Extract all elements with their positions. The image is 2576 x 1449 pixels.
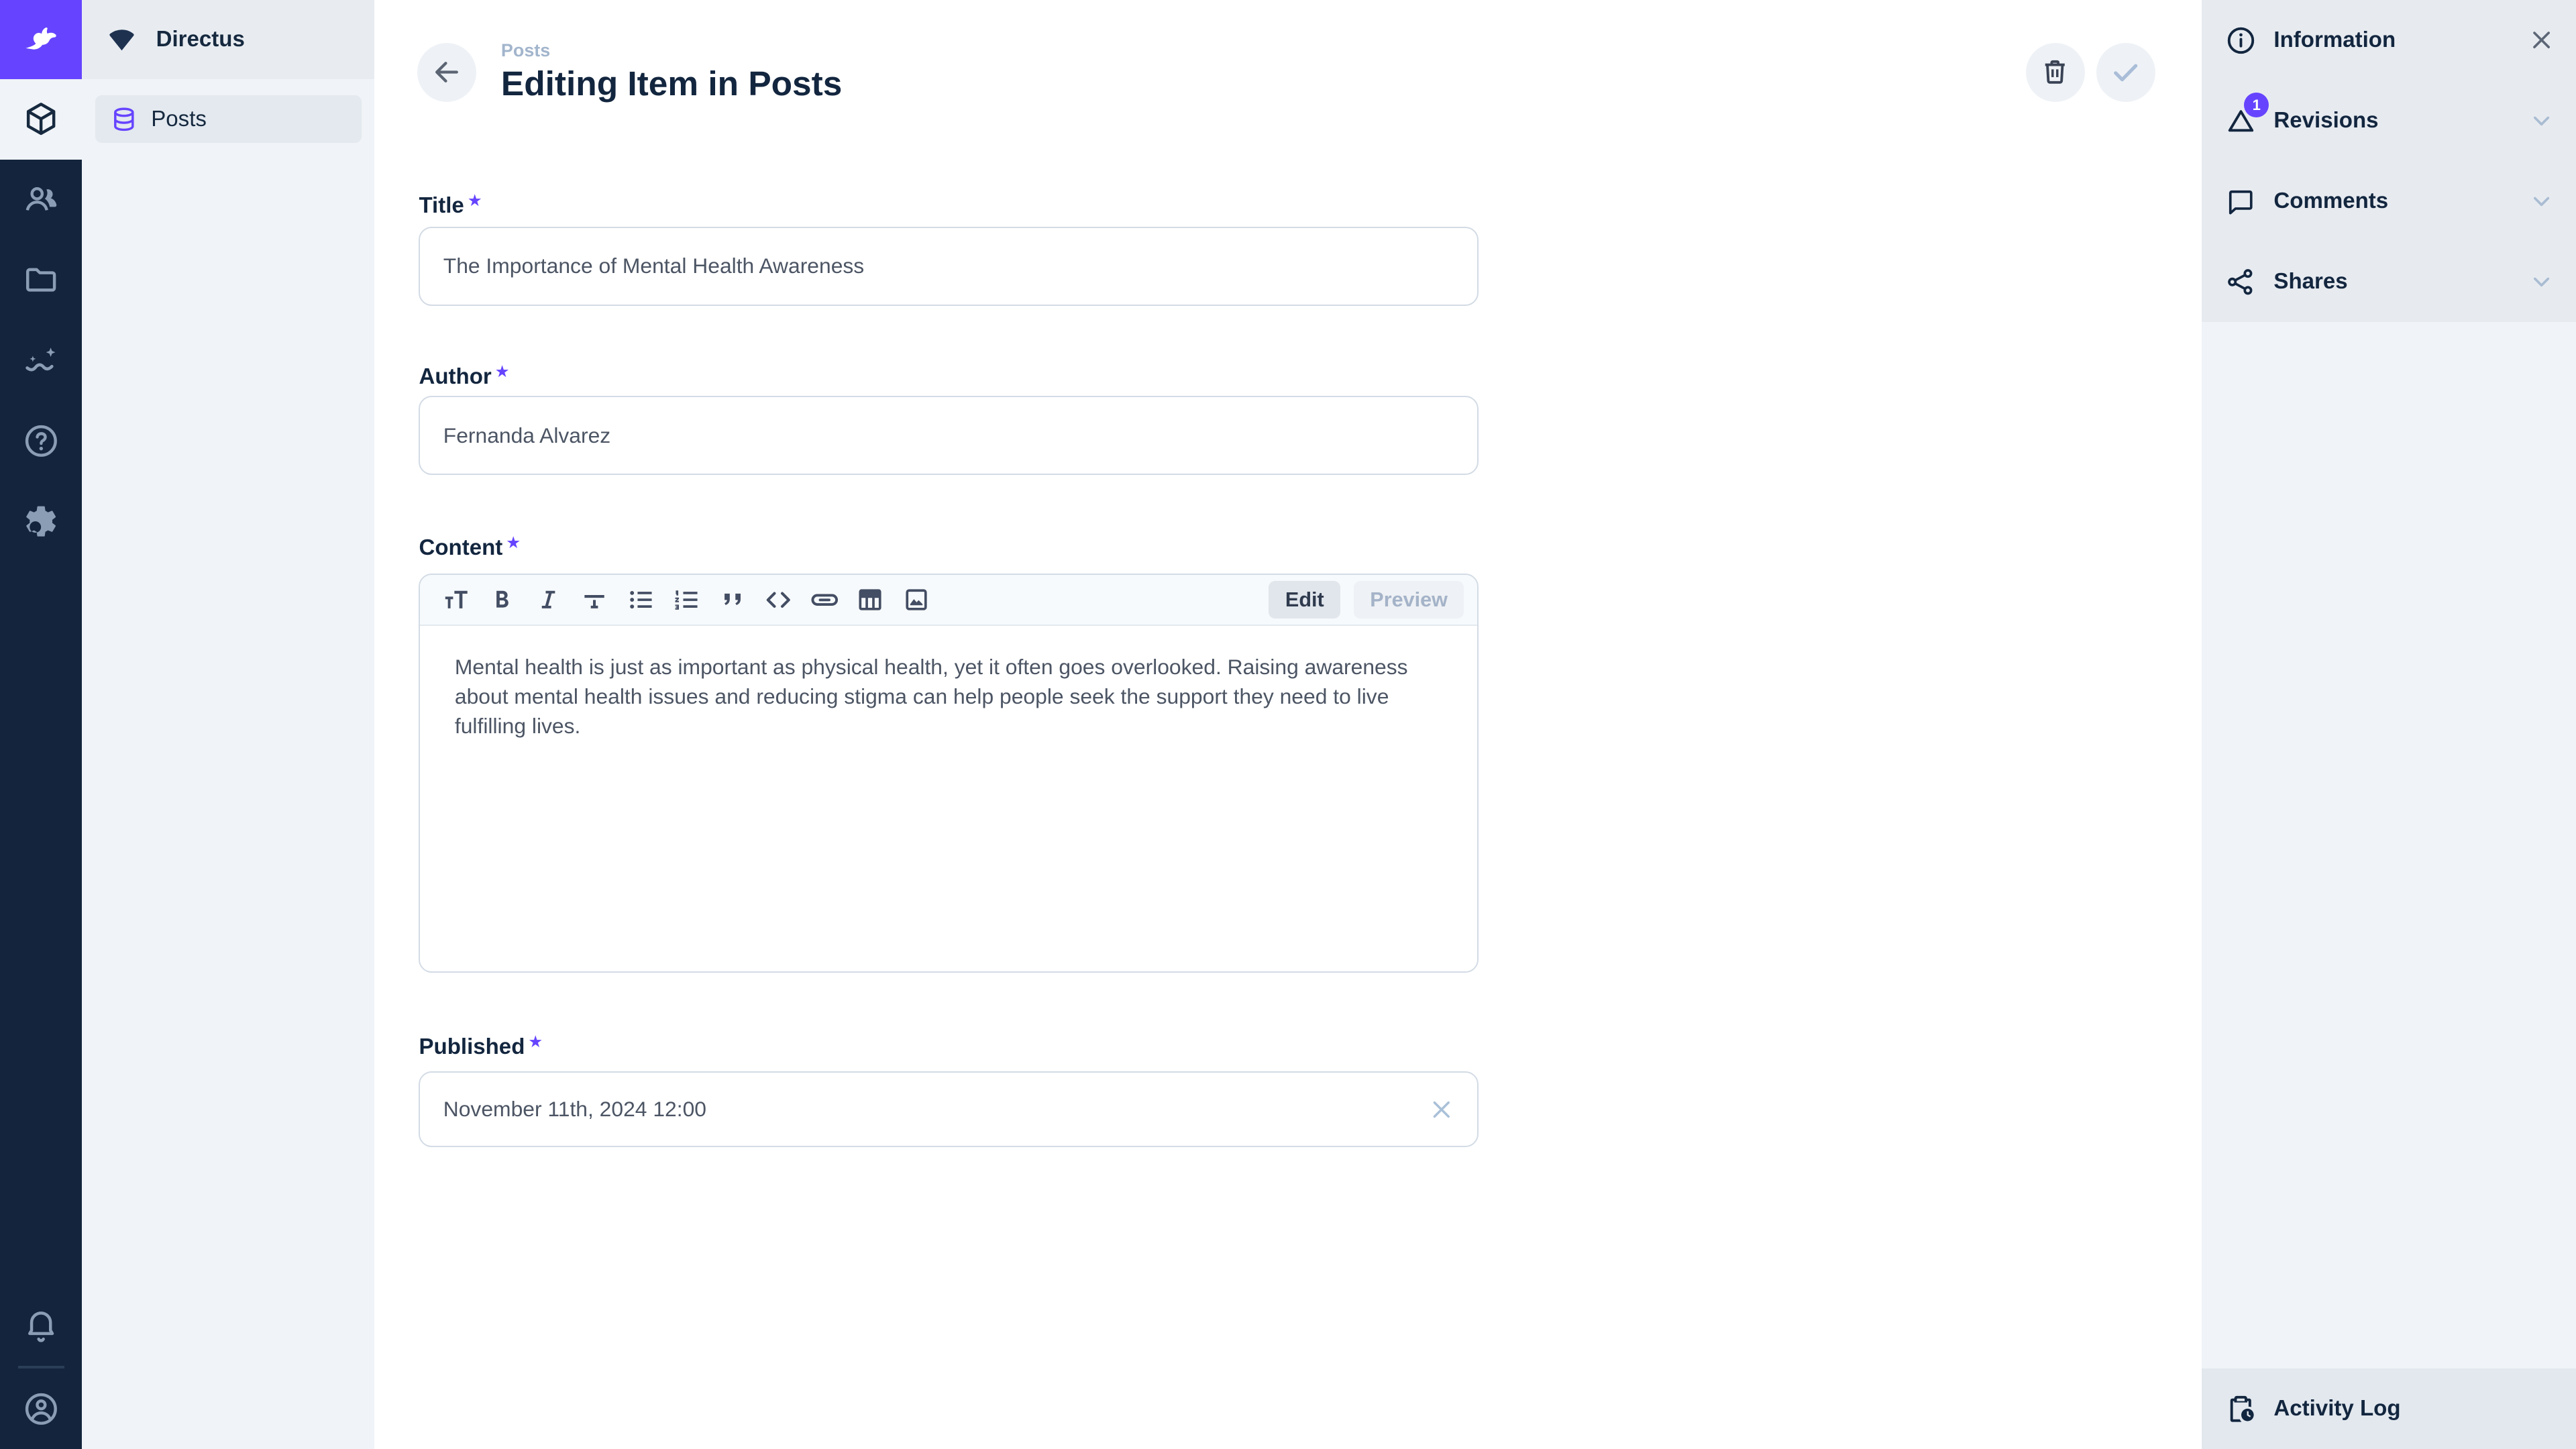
check-icon <box>2108 55 2143 89</box>
close-icon[interactable] <box>2528 27 2555 53</box>
module-user-directory[interactable] <box>0 160 82 240</box>
required-star: ★ <box>495 363 510 381</box>
sidebar-section-label: Shares <box>2273 269 2528 294</box>
sidebar-section-comments[interactable]: Comments <box>2202 161 2576 241</box>
module-help[interactable] <box>0 401 82 482</box>
tab-preview[interactable]: Preview <box>1354 581 1464 619</box>
database-icon <box>110 105 138 133</box>
revisions-badge: 1 <box>2244 93 2269 117</box>
module-file-library[interactable] <box>0 240 82 321</box>
sidebar-empty-area <box>2202 322 2576 1368</box>
field-title-label: Title★ <box>419 191 1479 219</box>
nav-items: Posts <box>82 79 374 160</box>
content-textarea[interactable]: Mental health is just as important as ph… <box>420 626 1477 971</box>
header-actions <box>2026 43 2155 102</box>
link-icon[interactable] <box>802 578 848 621</box>
numbered-list-icon[interactable] <box>663 578 710 621</box>
comment-icon <box>2223 186 2259 217</box>
field-content: Content★ <box>419 533 1479 973</box>
nav-sidebar: Directus Posts <box>82 0 374 1449</box>
published-input[interactable] <box>419 1071 1479 1147</box>
tab-edit[interactable]: Edit <box>1269 581 1340 619</box>
gear-icon <box>22 502 60 540</box>
revisions-icon: 1 <box>2223 105 2259 138</box>
project-logo-icon <box>105 23 138 56</box>
bold-icon[interactable] <box>480 578 526 621</box>
help-icon <box>21 421 61 461</box>
chevron-down-icon[interactable] <box>2528 268 2555 294</box>
module-bar <box>0 0 82 1449</box>
people-icon <box>21 180 61 219</box>
field-author-label: Author★ <box>419 362 1479 390</box>
activity-log-label: Activity Log <box>2273 1396 2555 1421</box>
text-size-icon[interactable] <box>433 578 480 621</box>
code-icon[interactable] <box>755 578 802 621</box>
field-published-label: Published★ <box>419 1032 1479 1060</box>
module-insights[interactable] <box>0 321 82 401</box>
insights-icon <box>21 341 61 380</box>
table-icon[interactable] <box>847 578 894 621</box>
chevron-down-icon[interactable] <box>2528 107 2555 133</box>
sidebar-section-revisions[interactable]: 1 Revisions <box>2202 80 2576 161</box>
sidebar-section-shares[interactable]: Shares <box>2202 241 2576 322</box>
cube-icon <box>22 100 60 138</box>
nav-item-label: Posts <box>151 107 207 132</box>
save-button[interactable] <box>2096 43 2155 102</box>
notifications-button[interactable] <box>0 1285 82 1366</box>
breadcrumb[interactable]: Posts <box>501 40 2026 62</box>
page-title: Editing Item in Posts <box>501 63 2026 104</box>
project-name: Directus <box>156 27 245 52</box>
author-input[interactable] <box>419 396 1479 475</box>
strikethrough-icon[interactable] <box>572 578 618 621</box>
editor-toolbar: Edit Preview <box>420 575 1477 626</box>
image-icon[interactable] <box>894 578 940 621</box>
directus-app: Directus Posts Posts Editing Item in Pos… <box>0 0 2576 1449</box>
clear-icon[interactable] <box>1428 1095 1456 1124</box>
sidebar-sections: Information 1 Revisions Comm <box>2202 0 2576 322</box>
chevron-down-icon[interactable] <box>2528 188 2555 214</box>
field-author: Author★ <box>419 362 1479 475</box>
trash-icon <box>2039 56 2071 88</box>
right-sidebar: Information 1 Revisions Comm <box>2202 0 2576 1449</box>
markdown-editor: Edit Preview Mental health is just as im… <box>419 574 1479 973</box>
bell-icon <box>22 1307 60 1344</box>
item-form: Title★ Author★ Content★ <box>374 145 1479 1147</box>
required-star: ★ <box>528 1033 543 1051</box>
required-star: ★ <box>506 534 521 552</box>
nav-item-posts[interactable]: Posts <box>95 95 362 143</box>
info-icon <box>2223 24 2259 57</box>
project-chooser[interactable]: Directus <box>82 0 374 79</box>
main-content: Posts Editing Item in Posts Title★ <box>374 0 2201 1449</box>
module-bar-spacer <box>0 562 82 1285</box>
blockquote-icon[interactable] <box>709 578 755 621</box>
title-block: Posts Editing Item in Posts <box>501 40 2026 105</box>
sidebar-section-label: Comments <box>2273 189 2528 214</box>
italic-icon[interactable] <box>525 578 572 621</box>
field-content-label: Content★ <box>419 533 1479 561</box>
datetime-input-wrap <box>419 1071 1479 1147</box>
field-published: Published★ <box>419 1032 1479 1147</box>
folder-icon <box>22 261 60 299</box>
back-button[interactable] <box>417 43 476 102</box>
sidebar-activity-log[interactable]: Activity Log <box>2202 1368 2576 1449</box>
share-icon <box>2223 266 2259 298</box>
directus-logo[interactable] <box>0 0 82 79</box>
module-settings[interactable] <box>0 482 82 562</box>
field-title: Title★ <box>419 191 1479 306</box>
required-star: ★ <box>468 192 482 210</box>
sidebar-section-label: Information <box>2273 28 2528 53</box>
module-content[interactable] <box>0 79 82 160</box>
sidebar-section-information[interactable]: Information <box>2202 0 2576 80</box>
bulleted-list-icon[interactable] <box>617 578 663 621</box>
rabbit-icon <box>19 18 62 61</box>
delete-button[interactable] <box>2026 43 2085 102</box>
sidebar-section-label: Revisions <box>2273 108 2528 133</box>
account-button[interactable] <box>0 1368 82 1449</box>
title-input[interactable] <box>419 227 1479 306</box>
arrow-left-icon <box>431 56 464 89</box>
page-header: Posts Editing Item in Posts <box>374 0 2201 145</box>
avatar-icon <box>21 1389 61 1429</box>
activity-log-icon <box>2223 1393 2259 1425</box>
